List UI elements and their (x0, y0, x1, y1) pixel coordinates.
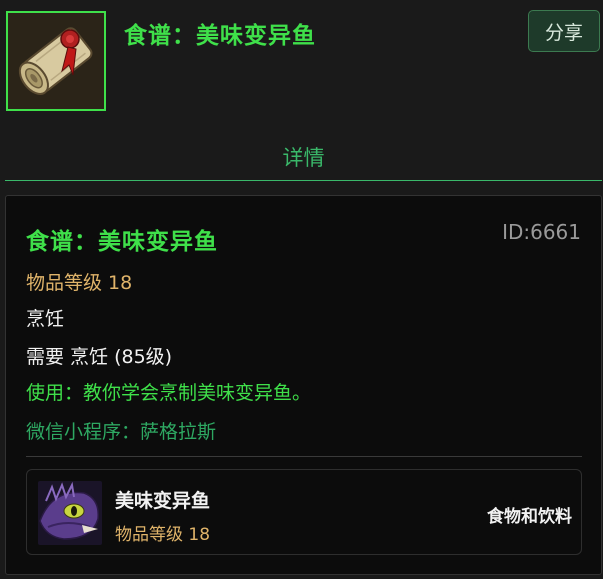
use-effect: 使用：教你学会烹制美味变异鱼。 (26, 382, 312, 404)
item-header: 食谱：美味变异鱼 分享 (0, 0, 603, 130)
profession-skill: 烹饪 (26, 308, 65, 330)
tab-bar: 详情 (5, 135, 602, 181)
recipe-scroll-icon[interactable] (6, 11, 106, 111)
item-level: 物品等级 18 (26, 272, 133, 294)
skill-requirement: 需要 烹饪 (85级) (26, 346, 173, 368)
item-details-card: 食谱：美味变异鱼 ID:6661 物品等级 18 烹饪 需要 烹饪 (85级) … (5, 195, 602, 575)
tab-underline (5, 180, 602, 181)
tab-details[interactable]: 详情 (5, 135, 602, 179)
mini-program-link[interactable]: 微信小程序：萨格拉斯 (26, 417, 216, 444)
mutated-fish-icon (38, 481, 102, 545)
item-category: 食物和饮料 (487, 507, 572, 527)
share-button[interactable]: 分享 (528, 10, 600, 52)
created-item-card[interactable]: 美味变异鱼 物品等级 18 食物和饮料 (26, 469, 582, 555)
created-item-level: 物品等级 18 (115, 525, 211, 545)
item-title: 食谱：美味变异鱼 (124, 23, 316, 49)
details-title: 食谱：美味变异鱼 (26, 229, 218, 255)
created-item-name: 美味变异鱼 (115, 490, 211, 512)
divider (26, 456, 582, 457)
item-id: ID:6661 (502, 220, 581, 244)
